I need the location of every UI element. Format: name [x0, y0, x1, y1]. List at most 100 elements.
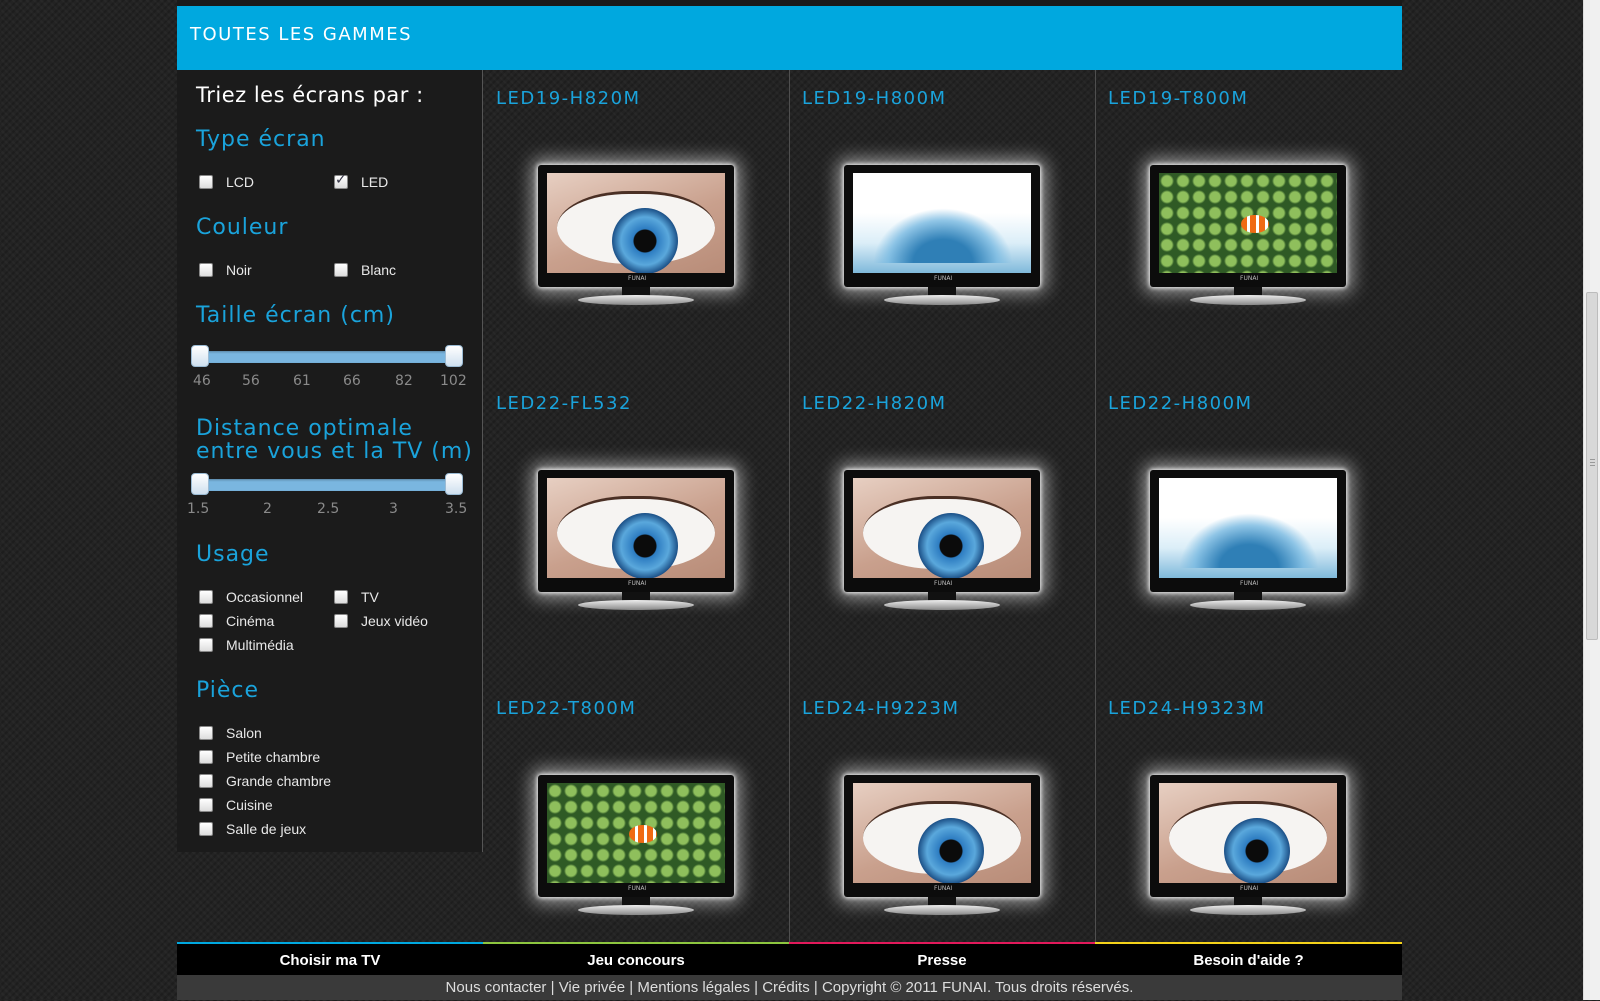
checkbox-jeux-video[interactable]: Jeux vidéo	[334, 612, 428, 630]
tv-product-image[interactable]: FUNAI	[538, 775, 734, 915]
checkbox-box[interactable]	[334, 263, 348, 277]
checkbox-box[interactable]	[199, 263, 213, 277]
page-scrollbar[interactable]	[1583, 0, 1600, 1000]
checkbox-label: Noir	[226, 262, 252, 278]
checkbox-tv[interactable]: TV	[334, 588, 379, 606]
tv-product-image[interactable]: FUNAI	[844, 470, 1040, 610]
nav-besoin-aide[interactable]: Besoin d'aide ?	[1095, 942, 1402, 977]
product-card[interactable]: LED24-H9323M FUNAI	[1095, 680, 1401, 985]
checkbox-label: Occasionnel	[226, 589, 304, 605]
checkbox-label: Salon	[226, 725, 262, 741]
checkbox-cuisine[interactable]: Cuisine	[199, 796, 273, 814]
product-card[interactable]: LED19-H800M FUNAI	[789, 70, 1095, 375]
tick-label: 1.5	[187, 501, 210, 517]
slider-min-handle[interactable]	[191, 345, 209, 367]
checkbox-grande-chambre[interactable]: Grande chambre	[199, 772, 331, 790]
checkbox-box[interactable]	[334, 590, 348, 604]
checkbox-box[interactable]	[199, 822, 213, 836]
eye-white	[863, 496, 1021, 578]
slider-min-handle[interactable]	[191, 473, 209, 495]
tv-product-image[interactable]: FUNAI	[1150, 775, 1346, 915]
checkbox-label: LED	[361, 174, 389, 190]
tv-product-image[interactable]: FUNAI	[538, 470, 734, 610]
clownfish	[629, 825, 657, 843]
eye-white	[557, 496, 715, 578]
nav-jeu-concours[interactable]: Jeu concours	[483, 942, 789, 977]
nav-label: Presse	[917, 952, 967, 969]
checkbox-box[interactable]	[199, 798, 213, 812]
product-card[interactable]: LED22-T800M FUNAI	[483, 680, 789, 985]
product-card[interactable]: LED19-H820M FUNAI	[483, 70, 789, 375]
checkbox-occasionnel[interactable]: Occasionnel	[199, 588, 303, 606]
checkbox-lcd[interactable]: LCD	[199, 173, 254, 191]
product-card[interactable]: LED22-H800M FUNAI	[1095, 375, 1401, 680]
nav-label: Besoin d'aide ?	[1193, 952, 1304, 969]
eye-iris	[612, 208, 678, 273]
checkbox-box[interactable]	[199, 614, 213, 628]
footer-link-contact[interactable]: Nous contacter	[446, 979, 547, 996]
checkbox-box[interactable]	[334, 172, 348, 189]
water-wave	[1179, 513, 1319, 568]
checkbox-led[interactable]: LED	[334, 172, 389, 191]
checkbox-box[interactable]	[199, 750, 213, 764]
footer-link-mentions-legales[interactable]: Mentions légales	[637, 979, 750, 996]
slider-max-handle[interactable]	[445, 345, 463, 367]
checkbox-label: Multimédia	[226, 637, 294, 653]
footer: Nous contacter | Vie privée | Mentions l…	[177, 975, 1402, 1000]
scrollbar-thumb[interactable]	[1586, 292, 1598, 640]
product-name-link[interactable]: LED24-H9323M	[1108, 698, 1266, 719]
nav-presse[interactable]: Presse	[789, 942, 1095, 977]
tv-stand-base	[578, 600, 694, 610]
product-name-link[interactable]: LED19-H820M	[496, 88, 641, 109]
filter-heading-piece: Pièce	[196, 678, 260, 703]
checkbox-noir[interactable]: Noir	[199, 261, 252, 279]
product-name-link[interactable]: LED19-T800M	[1108, 88, 1248, 109]
checkbox-petite-chambre[interactable]: Petite chambre	[199, 748, 320, 766]
tv-product-image[interactable]: FUNAI	[844, 775, 1040, 915]
checkbox-box[interactable]	[199, 638, 213, 652]
checkbox-box[interactable]	[199, 175, 213, 189]
checkbox-cinema[interactable]: Cinéma	[199, 612, 274, 630]
tv-frame: FUNAI	[844, 165, 1040, 287]
tv-product-image[interactable]: FUNAI	[538, 165, 734, 305]
checkbox-multimedia[interactable]: Multimédia	[199, 636, 294, 654]
footer-copyright: Copyright © 2011 FUNAI. Tous droits rése…	[821, 979, 1134, 996]
checkbox-salon[interactable]: Salon	[199, 724, 262, 742]
checkbox-blanc[interactable]: Blanc	[334, 261, 396, 279]
checkbox-box[interactable]	[199, 774, 213, 788]
product-card[interactable]: LED22-H820M FUNAI	[789, 375, 1095, 680]
checkbox-label: Petite chambre	[226, 749, 321, 765]
product-card[interactable]: LED22-FL532 FUNAI	[483, 375, 789, 680]
sidebar-title: Triez les écrans par :	[196, 83, 424, 107]
footer-link-credits[interactable]: Crédits	[762, 979, 810, 996]
distance-range-slider[interactable]	[191, 473, 463, 495]
product-card[interactable]: LED19-T800M FUNAI	[1095, 70, 1401, 375]
tv-stand-base	[1190, 295, 1306, 305]
product-name-link[interactable]: LED22-T800M	[496, 698, 636, 719]
tv-product-image[interactable]: FUNAI	[1150, 165, 1346, 305]
eye-image	[547, 478, 725, 578]
checkbox-box[interactable]	[199, 590, 213, 604]
size-range-slider[interactable]	[191, 345, 463, 367]
tv-screen-eye	[853, 783, 1031, 883]
page-banner: TOUTES LES GAMMES	[177, 6, 1402, 70]
tv-product-image[interactable]: FUNAI	[844, 165, 1040, 305]
product-card[interactable]: LED24-H9223M FUNAI	[789, 680, 1095, 985]
product-name-link[interactable]: LED24-H9223M	[802, 698, 960, 719]
footer-link-vie-privee[interactable]: Vie privée	[559, 979, 625, 996]
tv-brand-logo: FUNAI	[628, 580, 647, 587]
product-name-link[interactable]: LED22-H820M	[802, 393, 947, 414]
product-name-link[interactable]: LED22-H800M	[1108, 393, 1253, 414]
checkbox-box[interactable]	[334, 614, 348, 628]
checkbox-salle-de-jeux[interactable]: Salle de jeux	[199, 820, 306, 838]
nav-label: Jeu concours	[587, 952, 685, 969]
tv-product-image[interactable]: FUNAI	[1150, 470, 1346, 610]
tick-label: 2.5	[317, 501, 340, 517]
slider-max-handle[interactable]	[445, 473, 463, 495]
nav-choisir-ma-tv[interactable]: Choisir ma TV	[177, 942, 483, 977]
product-name-link[interactable]: LED19-H800M	[802, 88, 947, 109]
product-name-link[interactable]: LED22-FL532	[496, 393, 632, 414]
checkbox-box[interactable]	[199, 726, 213, 740]
tv-brand-logo: FUNAI	[628, 275, 647, 282]
footer-separator: |	[550, 979, 559, 996]
